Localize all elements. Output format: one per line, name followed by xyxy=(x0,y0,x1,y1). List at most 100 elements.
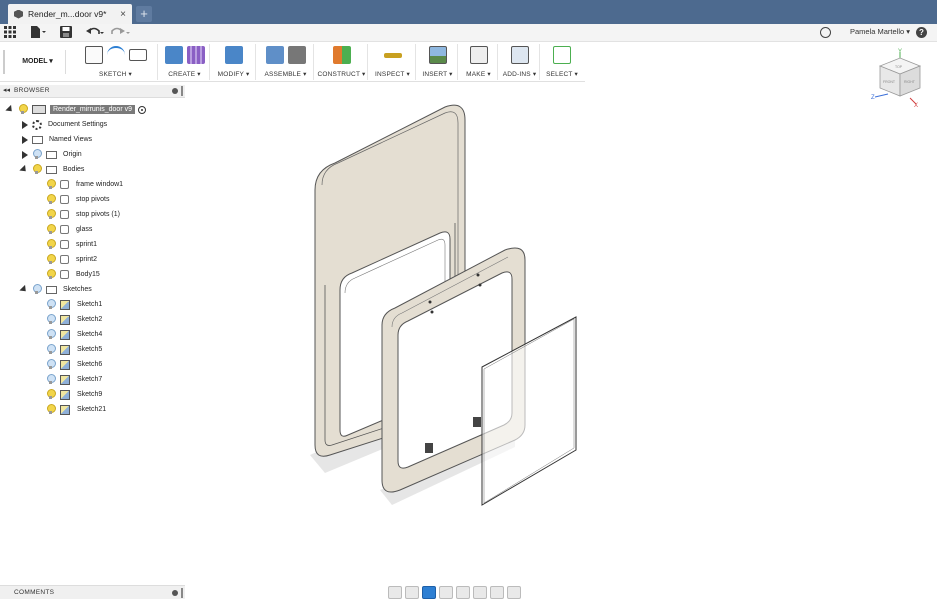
browser-item-named-views[interactable]: Named Views xyxy=(20,132,92,147)
browser-item-body[interactable]: glass xyxy=(46,222,92,237)
inspect-group[interactable]: INSPECT ▾ xyxy=(370,44,416,80)
add-comment-icon[interactable] xyxy=(172,590,178,596)
app-grid-icon[interactable] xyxy=(4,26,16,40)
browser-item-sketch[interactable]: Sketch7 xyxy=(46,372,102,387)
comments-panel-header[interactable]: COMMENTS xyxy=(0,585,185,599)
add-ins-group[interactable]: ADD-INS ▾ xyxy=(500,44,540,80)
browser-item-body[interactable]: stop pivots xyxy=(46,192,109,207)
offset-plane-icon[interactable] xyxy=(332,46,351,64)
joint-icon[interactable] xyxy=(287,46,306,64)
browser-item-sketch[interactable]: Sketch2 xyxy=(46,312,102,327)
visibility-bulb-icon[interactable] xyxy=(46,374,56,385)
undo-icon[interactable] xyxy=(86,26,104,40)
select-arrow-icon[interactable] xyxy=(553,46,571,64)
new-tab-button[interactable]: + xyxy=(136,6,152,22)
press-pull-icon[interactable] xyxy=(224,46,243,64)
pan-icon[interactable] xyxy=(422,585,436,599)
3d-viewport-model[interactable] xyxy=(280,95,600,515)
visibility-bulb-icon[interactable] xyxy=(46,224,56,235)
visibility-bulb-icon[interactable] xyxy=(46,209,56,220)
visibility-bulb-icon[interactable] xyxy=(46,239,56,250)
visibility-bulb-icon[interactable] xyxy=(18,104,28,115)
visibility-bulb-icon[interactable] xyxy=(46,359,56,370)
expand-arrow-icon[interactable] xyxy=(19,164,29,175)
comments-pin-icon[interactable] xyxy=(181,588,183,598)
browser-item-body[interactable]: stop pivots (1) xyxy=(46,207,120,222)
expand-arrow-icon[interactable] xyxy=(22,135,28,144)
help-icon[interactable]: ? xyxy=(916,27,927,38)
insert-image-icon[interactable] xyxy=(428,46,447,64)
browser-item-document-settings[interactable]: Document Settings xyxy=(20,117,107,132)
expand-arrow-icon[interactable] xyxy=(19,284,29,295)
browser-options-icon[interactable] xyxy=(172,88,178,94)
grid-settings-icon[interactable] xyxy=(490,585,504,599)
orbit-icon[interactable] xyxy=(388,585,402,599)
visibility-bulb-icon[interactable] xyxy=(32,149,42,160)
expand-arrow-icon[interactable] xyxy=(22,120,28,129)
zoom-icon[interactable] xyxy=(456,585,470,599)
arc-icon[interactable] xyxy=(106,46,125,64)
visibility-bulb-icon[interactable] xyxy=(46,329,56,340)
browser-item-body[interactable]: sprint2 xyxy=(46,252,97,267)
sketch-group[interactable]: SKETCH ▾ xyxy=(74,44,158,80)
modify-group[interactable]: MODIFY ▾ xyxy=(212,44,256,80)
form-icon[interactable] xyxy=(186,46,205,64)
save-icon[interactable] xyxy=(60,26,72,40)
expand-arrow-icon[interactable] xyxy=(5,104,15,115)
3d-print-icon[interactable] xyxy=(469,46,488,64)
activate-component-icon[interactable] xyxy=(137,105,146,114)
visibility-bulb-icon[interactable] xyxy=(46,389,56,400)
create-sketch-icon[interactable] xyxy=(84,46,103,64)
construct-group[interactable]: CONSTRUCT ▾ xyxy=(316,44,368,80)
scripts-icon[interactable] xyxy=(510,46,529,64)
browser-item-sketch[interactable]: Sketch5 xyxy=(46,342,102,357)
stop-pivot-left[interactable] xyxy=(425,443,433,453)
select-group[interactable]: SELECT ▾ xyxy=(542,44,582,80)
expand-arrow-icon[interactable] xyxy=(22,150,28,159)
browser-root-row[interactable]: Render_mirrunis_door v9 xyxy=(5,102,146,117)
collapse-browser-icon[interactable]: ◂◂ xyxy=(3,86,10,94)
workspace-switcher-button[interactable]: MODEL ▾ xyxy=(10,50,66,74)
stop-pivot-right[interactable] xyxy=(473,417,481,427)
zoom-window-icon[interactable] xyxy=(439,585,453,599)
browser-item-body[interactable]: frame window1 xyxy=(46,177,123,192)
browser-item-sketch[interactable]: Sketch4 xyxy=(46,327,102,342)
browser-item-origin[interactable]: Origin xyxy=(20,147,82,162)
visibility-bulb-icon[interactable] xyxy=(32,284,42,295)
make-group[interactable]: MAKE ▾ xyxy=(460,44,498,80)
visibility-bulb-icon[interactable] xyxy=(46,269,56,280)
browser-item-body[interactable]: sprint1 xyxy=(46,237,97,252)
extrude-icon[interactable] xyxy=(164,46,183,64)
redo-icon[interactable] xyxy=(110,26,130,40)
browser-item-sketch[interactable]: Sketch21 xyxy=(46,402,106,417)
file-menu-icon[interactable] xyxy=(30,26,46,40)
browser-pin-icon[interactable] xyxy=(181,86,183,96)
browser-item-sketch[interactable]: Sketch6 xyxy=(46,357,102,372)
viewports-icon[interactable] xyxy=(507,585,521,599)
visibility-bulb-icon[interactable] xyxy=(46,344,56,355)
browser-item-sketches[interactable]: Sketches xyxy=(19,282,92,297)
new-component-icon[interactable] xyxy=(265,46,284,64)
visibility-bulb-icon[interactable] xyxy=(46,254,56,265)
browser-item-sketch[interactable]: Sketch9 xyxy=(46,387,102,402)
visibility-bulb-icon[interactable] xyxy=(46,194,56,205)
browser-item-body[interactable]: Body15 xyxy=(46,267,100,282)
toolbar-grip[interactable] xyxy=(3,50,5,74)
view-cube[interactable]: Y Z X TOP FRONT RIGHT xyxy=(870,48,930,108)
look-at-icon[interactable] xyxy=(405,585,419,599)
assemble-group[interactable]: ASSEMBLE ▾ xyxy=(258,44,314,80)
measure-icon[interactable] xyxy=(383,53,402,58)
document-tab[interactable]: Render_m...door v9* × xyxy=(8,4,132,24)
visibility-bulb-icon[interactable] xyxy=(46,404,56,415)
display-settings-icon[interactable] xyxy=(473,585,487,599)
user-account-menu[interactable]: Pamela Martello ▾ xyxy=(850,27,910,36)
browser-item-sketch[interactable]: Sketch1 xyxy=(46,297,102,312)
rectangle-icon[interactable] xyxy=(128,49,147,61)
visibility-bulb-icon[interactable] xyxy=(46,299,56,310)
close-tab-icon[interactable]: × xyxy=(120,9,126,20)
insert-group[interactable]: INSERT ▾ xyxy=(418,44,458,80)
visibility-bulb-icon[interactable] xyxy=(46,314,56,325)
visibility-bulb-icon[interactable] xyxy=(46,179,56,190)
visibility-bulb-icon[interactable] xyxy=(32,164,42,175)
create-group[interactable]: CREATE ▾ xyxy=(160,44,210,80)
